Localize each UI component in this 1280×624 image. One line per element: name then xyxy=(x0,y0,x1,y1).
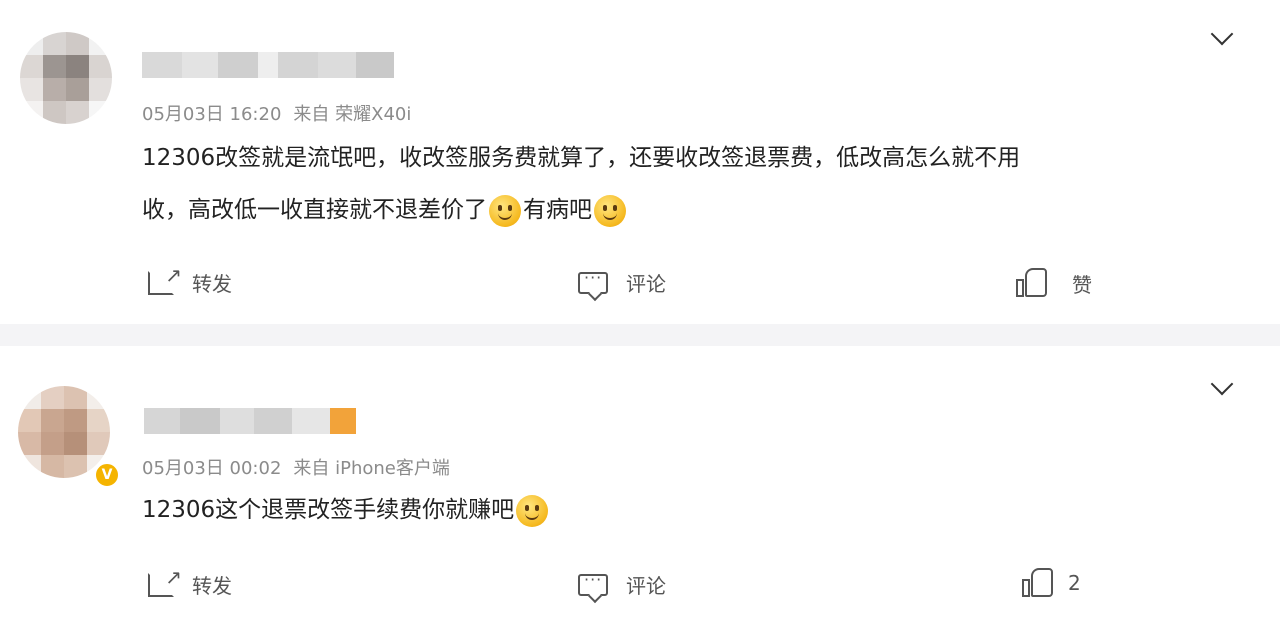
repost-icon xyxy=(148,565,182,597)
comment-label: 评论 xyxy=(626,574,666,598)
post-content: 12306改签就是流氓吧，收改签服务费就算了，还要收改签退票费，低改高怎么就不用… xyxy=(142,132,1222,236)
repost-icon xyxy=(148,263,182,295)
post-meta: 05月03日 00:02 来自 iPhone客户端 xyxy=(142,454,462,480)
post-meta: 05月03日 16:20 来自 荣耀X40i xyxy=(142,100,423,126)
shy-smile-emoji xyxy=(594,194,626,227)
smile-emoji xyxy=(489,194,521,227)
chevron-down-icon[interactable] xyxy=(1210,22,1234,46)
avatar[interactable] xyxy=(18,386,110,478)
like-label: 赞 xyxy=(1072,272,1092,297)
post-time: 05月03日 16:20 xyxy=(142,104,282,125)
post-card: V 05月03日 00:02 来自 iPhone客户端 12306这个退票改签手续… xyxy=(0,346,1280,624)
comment-icon xyxy=(578,268,608,294)
username-blurred[interactable] xyxy=(142,52,394,78)
like-button[interactable]: 赞 xyxy=(1016,268,1092,298)
post-content: 12306这个退票改签手续费你就赚吧 xyxy=(142,484,1222,536)
post-text-part: 收，高改低一收直接就不退差价了 xyxy=(142,197,487,223)
repost-label: 转发 xyxy=(192,574,232,598)
repost-button[interactable]: 转发 xyxy=(148,565,232,599)
verified-badge: V xyxy=(94,462,120,488)
comment-icon xyxy=(578,570,608,596)
comment-label: 评论 xyxy=(626,272,666,296)
post-text-line1: 12306改签就是流氓吧，收改签服务费就算了，还要收改签退票费，低改高怎么就不用 xyxy=(142,145,1021,171)
post-text-line2: 收，高改低一收直接就不退差价了 有病吧 xyxy=(142,184,1222,236)
avatar[interactable] xyxy=(20,32,112,124)
comment-button[interactable]: 评论 xyxy=(578,570,666,599)
post-text-part: 有病吧 xyxy=(523,197,592,223)
post-time: 05月03日 00:02 xyxy=(142,458,282,479)
post-source: 来自 荣耀X40i xyxy=(293,104,412,125)
like-icon xyxy=(1016,268,1048,298)
post-source: 来自 iPhone客户端 xyxy=(293,458,450,479)
drool-emoji xyxy=(516,494,549,527)
chevron-down-icon[interactable] xyxy=(1210,372,1234,396)
post-card: 05月03日 16:20 来自 荣耀X40i 12306改签就是流氓吧，收改签服务… xyxy=(0,0,1280,324)
username-blurred[interactable] xyxy=(144,408,356,434)
like-button[interactable]: 2 xyxy=(1022,568,1081,598)
like-icon xyxy=(1022,568,1054,598)
comment-button[interactable]: 评论 xyxy=(578,268,666,297)
repost-button[interactable]: 转发 xyxy=(148,263,232,297)
repost-label: 转发 xyxy=(192,272,232,296)
post-text: 12306这个退票改签手续费你就赚吧 xyxy=(142,497,515,523)
like-count: 2 xyxy=(1068,571,1081,595)
